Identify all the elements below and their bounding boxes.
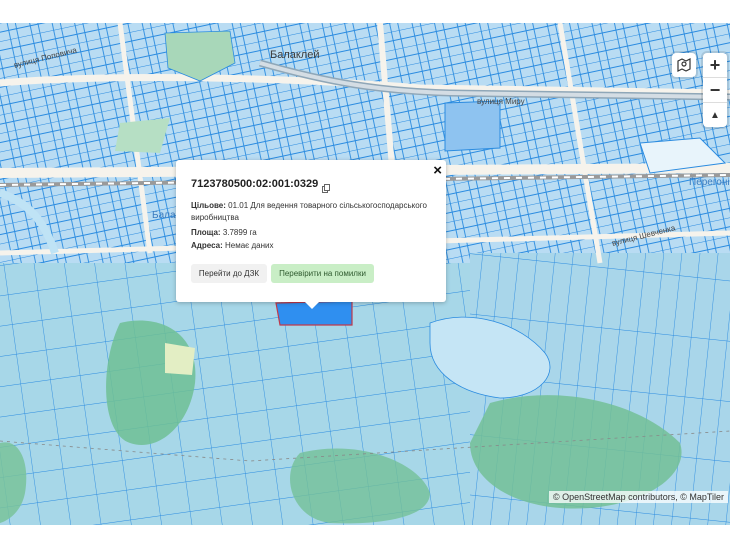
map-style-button[interactable] <box>672 53 696 77</box>
go-to-dzk-button[interactable]: Перейти до ДЗК <box>191 264 267 283</box>
plus-icon: + <box>709 55 721 75</box>
address-label: Адреса: <box>191 241 223 250</box>
street-label-myru: вулиця Миру <box>477 97 525 106</box>
area-label: Площа: <box>191 228 221 237</box>
purpose-value: 01.01 Для ведення товарного сільськогосп… <box>191 201 427 222</box>
map-attribution[interactable]: © OpenStreetMap contributors, © MapTiler <box>549 491 728 503</box>
zoom-out-button[interactable]: − <box>703 77 727 102</box>
popup-tip <box>304 301 320 309</box>
purpose-label: Цільове: <box>191 201 226 210</box>
close-icon[interactable]: × <box>433 162 442 179</box>
minus-icon: − <box>709 80 721 100</box>
area-row: Площа: 3.7899 га <box>191 227 436 239</box>
compass-icon: ▲ <box>710 109 720 121</box>
check-errors-button[interactable]: Перевірити на помилки <box>271 264 374 283</box>
map-layers-icon <box>672 53 696 77</box>
zoom-in-button[interactable]: + <box>703 53 727 77</box>
address-row: Адреса: Немає даних <box>191 240 436 252</box>
copy-icon[interactable] <box>322 180 330 193</box>
address-value: Немає даних <box>224 241 274 250</box>
place-label-right: Перегоні <box>689 177 730 188</box>
cadastral-number: 7123780500:02:001:0329 <box>191 178 319 190</box>
compass-button[interactable]: ▲ <box>703 102 727 127</box>
area-value: 3.7899 га <box>222 228 257 237</box>
purpose-row: Цільове: 01.01 Для ведення товарного сіл… <box>191 200 436 224</box>
parcel-popup: × 7123780500:02:001:0329 Цільове: 01.01 … <box>176 160 446 302</box>
zoom-controls: + − ▲ <box>703 53 727 127</box>
town-label: Балаклей <box>270 49 320 61</box>
